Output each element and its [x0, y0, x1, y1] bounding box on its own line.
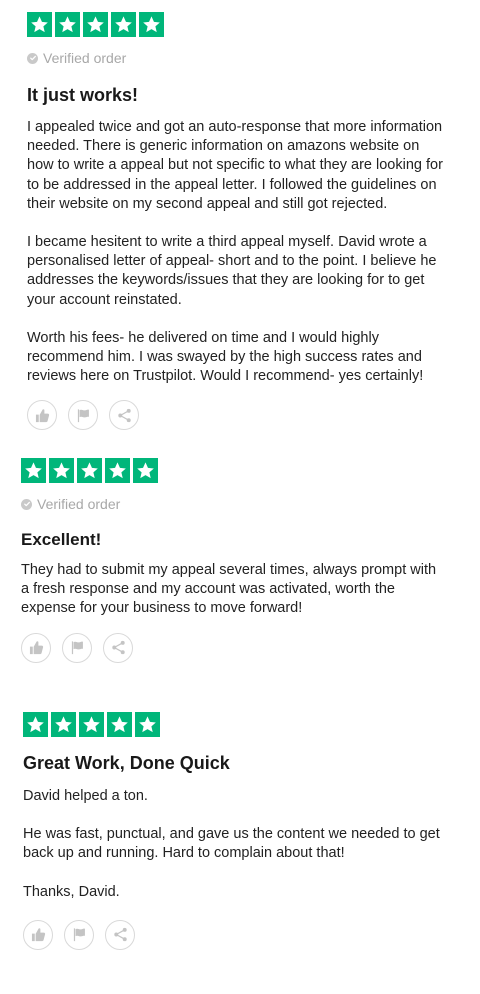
thumbs-up-icon — [35, 408, 50, 423]
useful-button[interactable] — [21, 632, 51, 663]
star-icon — [27, 12, 52, 37]
review-paragraph: I appealed twice and got an auto-respons… — [27, 119, 443, 212]
share-icon — [111, 640, 126, 655]
review-body: They had to submit my appeal several tim… — [21, 561, 441, 619]
review-card: Verified order It just works! I appealed… — [27, 12, 447, 431]
star-icon — [55, 12, 80, 37]
flag-icon — [70, 640, 85, 655]
review-actions — [21, 632, 441, 663]
verified-label: Verified order — [43, 50, 127, 66]
review-card: Great Work, Done Quick David helped a to… — [23, 712, 443, 950]
review-paragraph: David helped a ton. — [23, 788, 148, 804]
useful-button[interactable] — [27, 400, 57, 431]
star-icon — [21, 458, 46, 483]
star-icon — [139, 12, 164, 37]
check-circle-icon — [21, 498, 32, 510]
review-title: It just works! — [27, 85, 139, 105]
share-button[interactable] — [103, 632, 133, 663]
review-paragraph: They had to submit my appeal several tim… — [21, 562, 437, 617]
review-title: Excellent! — [21, 530, 102, 549]
share-button[interactable] — [109, 400, 139, 431]
star-rating — [23, 712, 443, 737]
star-icon — [51, 712, 76, 737]
thumbs-up-icon — [31, 927, 46, 942]
review-body: David helped a ton. He was fast, punctua… — [23, 787, 443, 902]
flag-icon — [76, 408, 91, 423]
review-paragraph: I became hesitent to write a third appea… — [27, 234, 437, 308]
report-button[interactable] — [68, 400, 98, 431]
star-rating — [27, 12, 447, 37]
useful-button[interactable] — [23, 919, 53, 950]
review-body: I appealed twice and got an auto-respons… — [27, 118, 447, 386]
star-icon — [23, 712, 48, 737]
review-actions — [27, 400, 447, 431]
star-icon — [133, 458, 158, 483]
share-button[interactable] — [105, 919, 135, 950]
flag-icon — [72, 927, 87, 942]
review-card: Verified order Excellent! They had to su… — [21, 458, 441, 663]
thumbs-up-icon — [29, 640, 44, 655]
share-icon — [113, 927, 128, 942]
review-actions — [23, 919, 443, 950]
star-icon — [105, 458, 130, 483]
star-icon — [107, 712, 132, 737]
star-rating — [21, 458, 441, 483]
star-icon — [111, 12, 136, 37]
star-icon — [135, 712, 160, 737]
star-icon — [49, 458, 74, 483]
report-button[interactable] — [62, 632, 92, 663]
review-paragraph: Worth his fees- he delivered on time and… — [27, 329, 424, 385]
verified-badge: Verified order — [21, 496, 441, 512]
verified-badge: Verified order — [27, 50, 447, 66]
review-paragraph: He was fast, punctual, and gave us the c… — [23, 826, 440, 862]
check-circle-icon — [27, 52, 38, 64]
verified-label: Verified order — [37, 496, 121, 512]
report-button[interactable] — [64, 919, 94, 950]
star-icon — [83, 12, 108, 37]
star-icon — [77, 458, 102, 483]
star-icon — [79, 712, 104, 737]
review-title: Great Work, Done Quick — [23, 753, 230, 773]
share-icon — [117, 408, 132, 423]
review-paragraph: Thanks, David. — [23, 883, 120, 900]
